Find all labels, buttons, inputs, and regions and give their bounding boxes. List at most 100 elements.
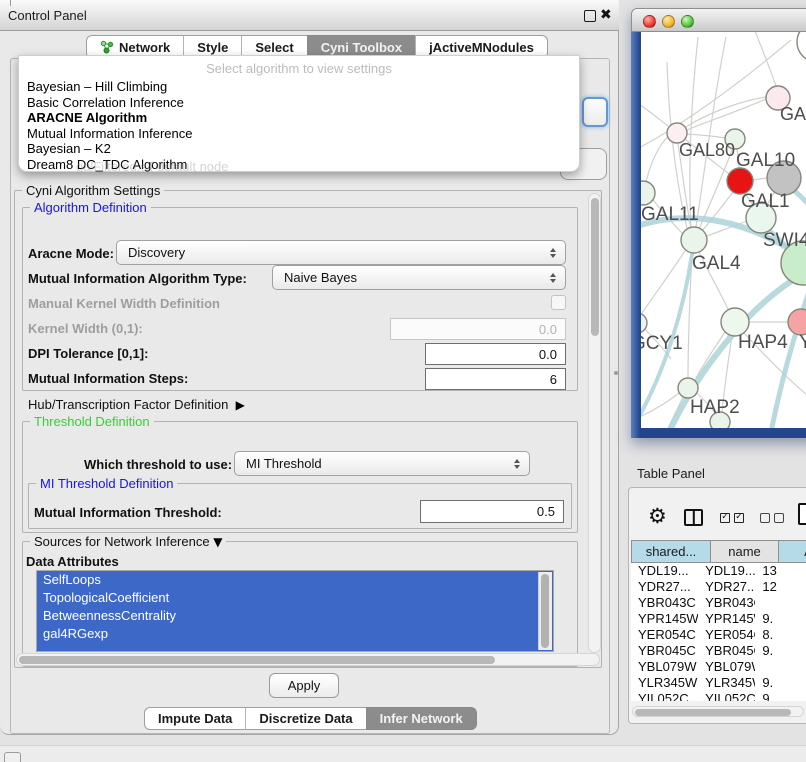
network-edge-highlighted: [771, 280, 806, 428]
window-edge-tick: [10, 0, 11, 6]
table-cell: YER054C: [631, 627, 698, 643]
table-row[interactable]: YLR345WYLR345W9.: [631, 675, 806, 691]
attribute-selfloops[interactable]: SelfLoops: [37, 571, 553, 589]
settings-hscrollbar-thumb[interactable]: [19, 656, 495, 664]
table-cell: YDL19...: [698, 563, 755, 579]
network-edge: [753, 178, 768, 180]
expand-right-icon[interactable]: ▶: [236, 398, 245, 412]
aracne-mode-combo[interactable]: Discovery: [116, 240, 566, 265]
select-all-icon[interactable]: ✓: [720, 513, 730, 523]
column-header-shared[interactable]: shared...: [631, 540, 711, 563]
hub-definition-toggle[interactable]: Hub/Transcription Factor Definition ▶: [28, 397, 245, 412]
table-hscrollbar-thumb[interactable]: [635, 709, 791, 716]
dpi-tolerance-value: 0.0: [539, 347, 557, 362]
close-traffic-light[interactable]: [643, 15, 656, 28]
table-cell: YLR345W: [631, 675, 698, 691]
manual-kernel-checkbox[interactable]: [551, 295, 566, 310]
split-columns-icon[interactable]: [684, 509, 703, 526]
mi-threshold-group-title: MI Threshold Definition: [36, 476, 177, 491]
table-cell: 8.: [755, 627, 806, 643]
table-row[interactable]: YIL052CYIL052C9: [631, 691, 806, 701]
mi-type-label: Mutual Information Algorithm Type:: [28, 271, 247, 286]
collapse-down-icon[interactable]: ▼: [213, 535, 222, 549]
attribute-topologicalcoefficient[interactable]: TopologicalCoefficient: [37, 589, 553, 607]
table-cell: YPR145W: [698, 611, 755, 627]
panel-splitter-handle[interactable]: [614, 371, 618, 375]
aracne-mode-label: Aracne Mode:: [28, 246, 114, 261]
attributes-scrollbar-thumb[interactable]: [541, 574, 549, 648]
table-cell: YBR045C: [698, 643, 755, 659]
column-header-name[interactable]: name: [711, 540, 779, 563]
tab-label: Cyni Toolbox: [321, 40, 402, 55]
network-edge: [753, 32, 776, 86]
screen: Control Panel ✖ NetworkStyleSelectCyni T…: [0, 0, 806, 762]
table-row[interactable]: YDL19...YDL19...13: [631, 563, 806, 579]
attribute-gal4rgexp[interactable]: gal4RGexp: [37, 625, 553, 643]
table-cell: YPR145W: [631, 611, 698, 627]
attribute-betweennesscentrality[interactable]: BetweennessCentrality: [37, 607, 553, 625]
network-graph[interactable]: GALGAL80GAL10GAL1GAL11SWI4GAL4GCY1HAP4YH…: [641, 32, 806, 428]
settings-vscrollbar[interactable]: [588, 193, 601, 653]
minimize-traffic-light[interactable]: [662, 15, 675, 28]
which-threshold-combo[interactable]: MI Threshold: [234, 451, 530, 476]
tab-discretize-data[interactable]: Discretize Data: [245, 707, 365, 730]
tab-label: Discretize Data: [259, 711, 352, 726]
mi-threshold-field[interactable]: 0.5: [420, 500, 564, 523]
table-row[interactable]: YBR043CYBR043C: [631, 595, 806, 611]
dpi-tolerance-field[interactable]: 0.0: [425, 343, 566, 365]
mi-type-combo[interactable]: Naive Bayes: [272, 265, 566, 290]
apply-button-label: Apply: [288, 678, 321, 693]
deselect-all-icon[interactable]: [760, 513, 770, 523]
settings-vscrollbar-thumb[interactable]: [591, 198, 599, 336]
focused-combo-fragment: [582, 97, 608, 127]
algorithm-option-aracne-algorithm[interactable]: ARACNE Algorithm: [23, 110, 575, 126]
close-icon[interactable]: ✖: [600, 7, 612, 23]
document-icon[interactable]: [798, 503, 806, 525]
mi-steps-field[interactable]: 6: [425, 368, 566, 390]
algorithm-option-basic-correlation-inference[interactable]: Basic Correlation Inference: [23, 95, 575, 111]
float-window-icon[interactable]: [584, 10, 596, 22]
table-row[interactable]: YBL079WYBL079W: [631, 659, 806, 675]
table-cell: 9.: [755, 643, 806, 659]
table-hscrollbar[interactable]: [632, 706, 804, 717]
tab-impute-data[interactable]: Impute Data: [144, 707, 245, 730]
kernel-width-field[interactable]: 0.0: [390, 318, 566, 340]
table-body[interactable]: YDL19...YDL19...13YDR27...YDR27...12YBR0…: [631, 563, 806, 701]
tab-infer-network[interactable]: Infer Network: [366, 707, 477, 730]
mi-steps-label: Mutual Information Steps:: [28, 371, 188, 386]
node-gal11[interactable]: [641, 181, 655, 205]
bottom-left-button[interactable]: [4, 752, 21, 762]
stepper-arrows-icon: [514, 459, 520, 469]
node-label-gal: GAL: [780, 104, 806, 124]
attributes-scrollbar[interactable]: [538, 572, 552, 650]
node-top-right[interactable]: [797, 32, 806, 62]
zoom-traffic-light[interactable]: [681, 15, 694, 28]
algorithm-option-bayesian-k2[interactable]: Bayesian – K2: [23, 141, 575, 157]
settings-hscrollbar[interactable]: [16, 653, 600, 666]
network-edge: [646, 136, 669, 182]
table-row[interactable]: YDR27...YDR27...12: [631, 579, 806, 595]
tab-label: Network: [119, 40, 170, 55]
node-gal4[interactable]: [681, 227, 707, 253]
column-header-a[interactable]: A: [779, 540, 806, 563]
table-row[interactable]: YBR045CYBR045C9.: [631, 643, 806, 659]
select-all-icon[interactable]: ✓: [734, 513, 744, 523]
network-canvas[interactable]: GALGAL80GAL10GAL1GAL11SWI4GAL4GCY1HAP4YH…: [641, 32, 806, 428]
algorithm-option-mutual-information-inference[interactable]: Mutual Information Inference: [23, 126, 575, 142]
table-row[interactable]: YPR145WYPR145W9.: [631, 611, 806, 627]
algorithm-option-bayesian-hill-climbing[interactable]: Bayesian – Hill Climbing: [23, 79, 575, 95]
sources-title[interactable]: Sources for Network Inference ▼: [30, 534, 226, 549]
control-panel-titlebar[interactable]: [0, 0, 619, 31]
gear-icon[interactable]: ⚙: [648, 504, 667, 528]
deselect-all-icon[interactable]: [774, 513, 784, 523]
table-row[interactable]: YER054CYER054C8.: [631, 627, 806, 643]
data-attributes-list[interactable]: SelfLoopsTopologicalCoefficientBetweenne…: [36, 570, 554, 652]
network-view-titlebar[interactable]: [631, 8, 806, 32]
network-view-window: GALGAL80GAL10GAL1GAL11SWI4GAL4GCY1HAP4YH…: [631, 8, 806, 438]
node-hap2[interactable]: [678, 378, 698, 398]
table-cell: YIL052C: [698, 691, 755, 701]
apply-button[interactable]: Apply: [269, 673, 339, 698]
algorithm-dropdown: Select algorithm to view settings Bayesi…: [18, 55, 580, 172]
node-label-gal4: GAL4: [692, 253, 741, 274]
aracne-mode-value: Discovery: [128, 245, 185, 260]
